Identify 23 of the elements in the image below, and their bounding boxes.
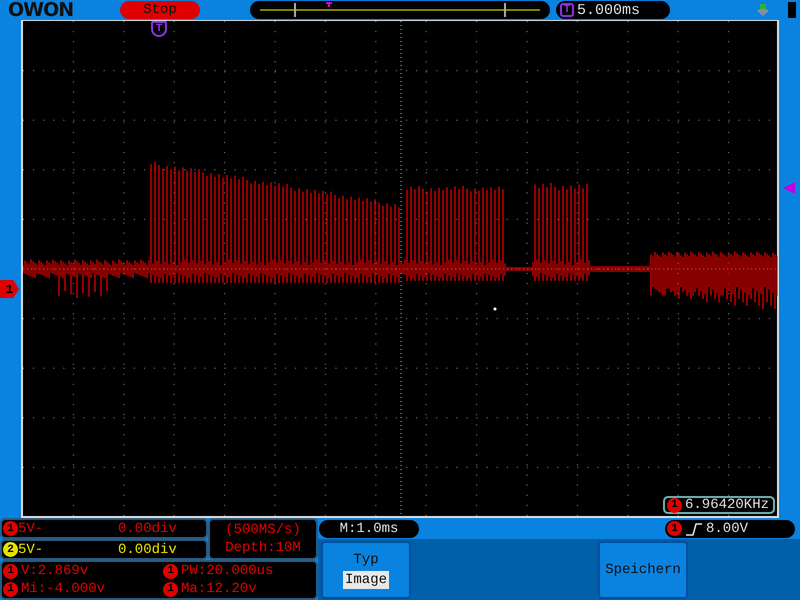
trigger-level-icon — [783, 182, 795, 194]
timebase-display: M:1.0ms — [319, 520, 419, 538]
measurement-value: Mi:-4.000v — [21, 581, 106, 597]
measurement-value: V:2.869v — [21, 563, 88, 579]
menu-option-button[interactable]: Typ Image — [321, 541, 411, 599]
point-mark — [494, 308, 496, 310]
usb-icon — [756, 3, 770, 17]
measurement-value: PW:20.000us — [181, 563, 274, 579]
brand-logo: OWON — [8, 0, 74, 20]
channel-marker[interactable]: 1 — [0, 280, 19, 298]
measurement-panel: 1 V:2.869v 1 PW:20.000us 1 Mi:-4.000v 1 Ma:12.20v — [0, 560, 318, 600]
measurement-value: Ma:12.20v — [181, 581, 257, 597]
status-indicator-icon — [788, 2, 796, 18]
channel-status: 2 5V- 0.00div — [0, 539, 208, 560]
run-state-indicator[interactable]: Stop — [120, 1, 200, 19]
sampling-info: (500MS/s) Depth:10M — [208, 518, 318, 560]
rising-edge-icon — [685, 522, 703, 536]
trigger-position-marker[interactable]: T — [151, 21, 167, 37]
channel-status: 1 5V- 0.00div — [0, 518, 208, 539]
trigger-time-display: T 5.000ms — [556, 1, 670, 19]
trigger-level-display: 1 8.00V — [665, 520, 795, 538]
frequency-display: 1 6.96420KHz — [662, 496, 775, 514]
menu-action-button[interactable]: Speichern — [598, 541, 688, 599]
